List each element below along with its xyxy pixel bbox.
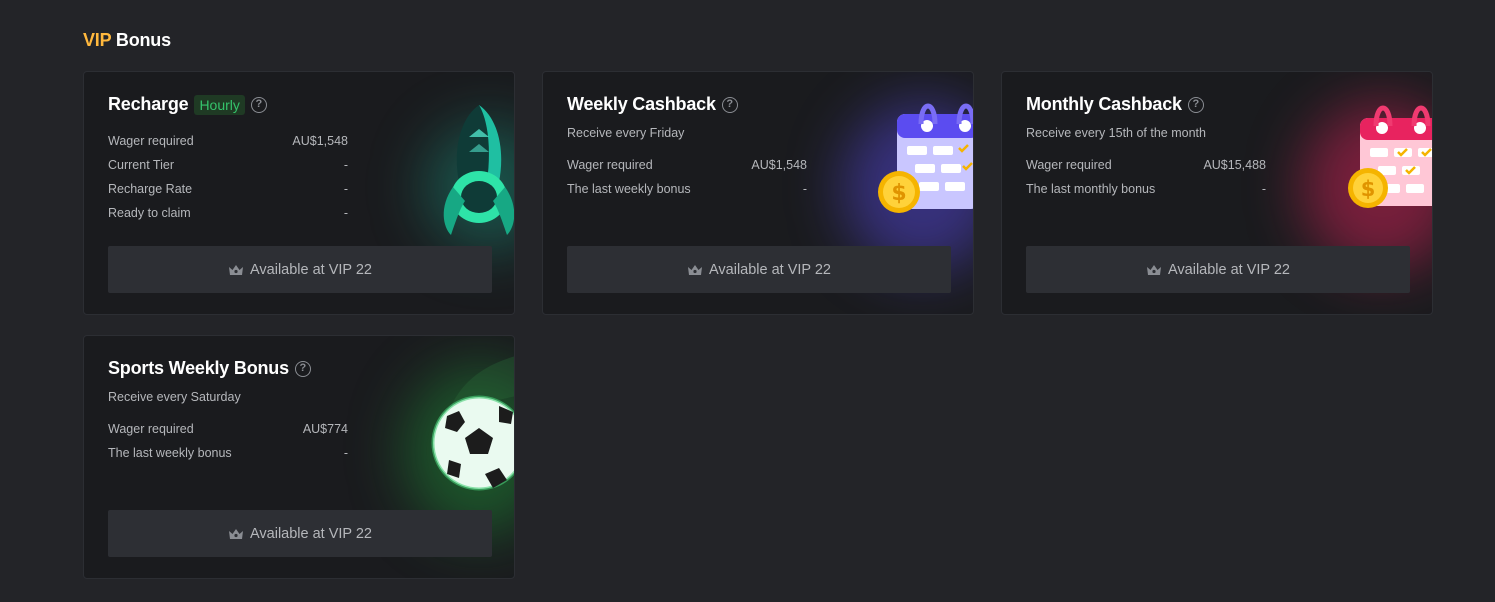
svg-text:$: $ (891, 181, 906, 206)
bonus-card-recharge: Recharge Hourly ? Wager required AU$1,548… (83, 71, 515, 315)
rocket-icon (443, 105, 514, 235)
calendar-coin-icon: $ (1348, 105, 1432, 208)
card-title: Sports Weekly Bonus (108, 358, 289, 378)
info-row: Recharge Rate - (108, 182, 348, 196)
info-row: Wager required AU$1,548 (108, 134, 348, 148)
info-row: Current Tier - (108, 158, 348, 172)
crown-icon (1147, 264, 1161, 275)
bonus-card-weekly-cashback: $ Weekly Cashback ? Receive every Friday… (542, 71, 974, 315)
card-title: Monthly Cashback (1026, 94, 1182, 114)
help-icon[interactable]: ? (721, 96, 738, 113)
info-list: Wager required AU$15,488 The last monthly… (1026, 153, 1266, 201)
crown-icon (229, 264, 243, 275)
info-row: The last monthly bonus - (1026, 182, 1266, 196)
info-list: Wager required AU$1,548 Current Tier - Rec… (108, 129, 348, 225)
hourly-badge: Hourly (194, 94, 245, 115)
info-row: Wager required AU$774 (108, 422, 348, 436)
help-icon[interactable]: ? (1187, 96, 1204, 113)
svg-text:$: $ (1361, 177, 1376, 201)
soccer-ball-icon (431, 356, 514, 491)
bonus-card-sports-weekly: Sports Weekly Bonus ? Receive every Satu… (83, 335, 515, 579)
info-list: Wager required AU$1,548 The last weekly b… (567, 153, 807, 201)
crown-icon (229, 528, 243, 539)
section-title: VIP Bonus (83, 30, 171, 50)
help-icon[interactable]: ? (294, 360, 311, 377)
crown-icon (688, 264, 702, 275)
help-icon[interactable]: ? (250, 96, 267, 113)
available-at-vip-button[interactable]: Available at VIP 22 (108, 246, 492, 293)
available-at-vip-button[interactable]: Available at VIP 22 (1026, 246, 1410, 293)
info-row: The last weekly bonus - (567, 182, 807, 196)
card-subtitle: Receive every Friday (567, 126, 685, 140)
calendar-coin-icon: $ (878, 103, 973, 213)
available-at-vip-button[interactable]: Available at VIP 22 (108, 510, 492, 557)
card-title: Weekly Cashback (567, 94, 716, 114)
info-row: Ready to claim - (108, 206, 348, 220)
bonus-card-monthly-cashback: $ Monthly Cashback ? Receive every 15th … (1001, 71, 1433, 315)
info-row: The last weekly bonus - (108, 446, 348, 460)
card-subtitle: Receive every Saturday (108, 390, 241, 404)
available-at-vip-button[interactable]: Available at VIP 22 (567, 246, 951, 293)
card-subtitle: Receive every 15th of the month (1026, 126, 1206, 140)
info-row: Wager required AU$1,548 (567, 158, 807, 172)
card-title: Recharge (108, 94, 189, 114)
info-list: Wager required AU$774 The last weekly bon… (108, 417, 348, 465)
info-row: Wager required AU$15,488 (1026, 158, 1266, 172)
